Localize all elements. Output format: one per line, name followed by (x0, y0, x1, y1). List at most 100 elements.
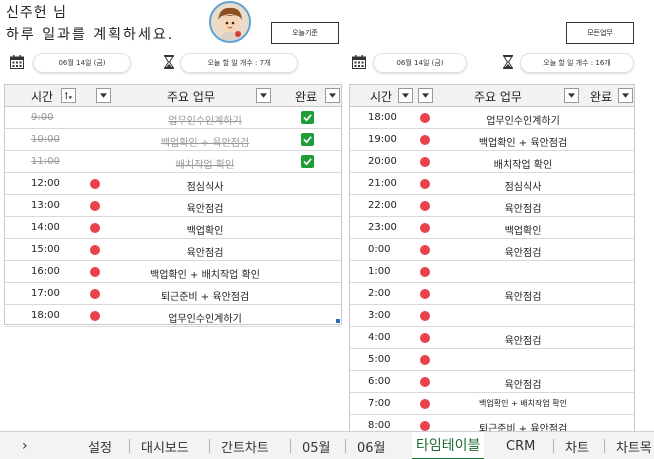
table-row[interactable]: 3:00 (350, 305, 634, 327)
table-row[interactable]: 7:00 백업확인 + 배치작업 확인 (350, 393, 634, 415)
tab-divider (604, 439, 605, 453)
tab-divider (290, 439, 291, 453)
row-time: 19:00 (368, 134, 397, 145)
calendar-icon (352, 55, 366, 69)
row-time: 15:00 (31, 244, 60, 255)
table-row[interactable]: 15:00 육안점검 (5, 239, 341, 261)
table-row[interactable]: 2:00 육안점검 (350, 283, 634, 305)
table-row[interactable]: 23:00 백업확인 (350, 217, 634, 239)
status-dot (420, 179, 430, 189)
time-dropdown-button[interactable] (96, 88, 111, 103)
sheet-tab-6[interactable]: CRM (506, 432, 535, 459)
row-task: 육안점검 (186, 248, 224, 259)
table-row[interactable]: 13:00 육안점검 (5, 195, 341, 217)
row-time: 11:00 (31, 156, 60, 167)
sheet-tab-0[interactable]: 설정 (88, 432, 112, 459)
right-date-pill: 06월 14일 (금) (373, 53, 467, 73)
table-row[interactable]: 20:00 배치작업 확인 (350, 151, 634, 173)
chevron-down-icon (260, 93, 267, 98)
row-time: 8:00 (368, 420, 391, 431)
row-task: 점심식사 (186, 182, 224, 193)
table-row[interactable]: 11:00 배치작업 확인 (5, 151, 341, 173)
chevron-down-icon (622, 93, 629, 98)
status-dot (420, 355, 430, 365)
left-task-count-pill: 오늘 할 일 개수 : 7개 (180, 53, 298, 73)
table-row[interactable]: 18:00 업무인수인계하기 (5, 305, 341, 327)
row-time: 2:00 (368, 288, 391, 299)
avatar-character-icon (211, 3, 249, 41)
sheet-tab-1[interactable]: 대시보드 (141, 432, 189, 459)
table-row[interactable]: 22:00 육안점검 (350, 195, 634, 217)
row-time: 6:00 (368, 376, 391, 387)
row-time: 20:00 (368, 156, 397, 167)
table-row[interactable]: 14:00 백업확인 (5, 217, 341, 239)
sheet-tab-3[interactable]: 05월 (302, 432, 331, 459)
row-task: 백업확인 + 육안점검 (478, 138, 568, 149)
sheet-tab-8[interactable]: 차트목 (616, 432, 652, 459)
table-row[interactable]: 12:00 점심식사 (5, 173, 341, 195)
task-dropdown-button[interactable] (256, 88, 271, 103)
table-row[interactable]: 9:00 업무인수인계하기 (5, 107, 341, 129)
done-checkbox[interactable] (301, 133, 314, 146)
sheet-tab-5[interactable]: 타임테이블 (412, 432, 485, 459)
done-dropdown-button[interactable] (325, 88, 340, 103)
checkmark-icon (303, 158, 312, 166)
row-time: 3:00 (368, 310, 391, 321)
left-table-header: 시간 주요 업무 완료 (5, 85, 341, 107)
time-dropdown-button[interactable] (398, 88, 413, 103)
table-row[interactable]: 10:00 백업확인 + 육안점검 (5, 129, 341, 151)
status-dot (420, 113, 430, 123)
done-checkbox[interactable] (301, 111, 314, 124)
done-checkbox[interactable] (301, 155, 314, 168)
task-filter-button[interactable] (418, 88, 433, 103)
header-done: 완료 (590, 90, 613, 104)
today-basis-button[interactable]: 오늘기준 (271, 22, 339, 44)
status-dot (420, 311, 430, 321)
status-dot (420, 333, 430, 343)
row-task: 업무인수인계하기 (486, 116, 560, 127)
chevron-down-icon (422, 93, 429, 98)
table-row[interactable]: 4:00 육안점검 (350, 327, 634, 349)
sort-ascending-icon (64, 91, 73, 100)
done-dropdown-button[interactable] (618, 88, 633, 103)
table-row[interactable]: 16:00 백업확인 + 배치작업 확인 (5, 261, 341, 283)
row-task: 백업확인 (504, 226, 542, 237)
task-dropdown-button[interactable] (564, 88, 579, 103)
row-task: 육안점검 (504, 380, 542, 391)
tab-divider (553, 439, 554, 453)
row-task: 육안점검 (186, 204, 224, 215)
table-row[interactable]: 18:00 업무인수인계하기 (350, 107, 634, 129)
chevron-down-icon (568, 93, 575, 98)
time-sort-filter-button[interactable] (61, 88, 76, 103)
table-row[interactable]: 5:00 (350, 349, 634, 371)
status-dot (420, 267, 430, 277)
row-task: 점심식사 (504, 182, 542, 193)
sheet-tab-4[interactable]: 06월 (357, 432, 386, 459)
greeting-name: 신주헌 님 (6, 5, 67, 21)
sheet-nav-next-icon[interactable]: › (22, 432, 28, 459)
sheet-tab-7[interactable]: 차트 (565, 432, 589, 459)
table-row[interactable]: 17:00 퇴근준비 + 육안점검 (5, 283, 341, 305)
row-task: 백업확인 + 배치작업 확인 (150, 270, 260, 281)
row-task: 육안점검 (504, 248, 542, 259)
all-tasks-button[interactable]: 모든업무 (566, 22, 634, 44)
row-task: 업무인수인계하기 (168, 314, 242, 325)
hourglass-icon (503, 55, 513, 69)
status-dot (90, 201, 100, 211)
sheet-tab-2[interactable]: 간트차트 (221, 432, 269, 459)
table-row[interactable]: 0:00 육안점검 (350, 239, 634, 261)
row-time: 0:00 (368, 244, 391, 255)
table-row[interactable]: 1:00 (350, 261, 634, 283)
row-time: 10:00 (31, 134, 60, 145)
row-time: 16:00 (31, 266, 60, 277)
status-dot (420, 421, 430, 431)
status-dot (420, 377, 430, 387)
status-dot (420, 245, 430, 255)
header-time: 시간 (31, 90, 54, 104)
table-row[interactable]: 19:00 백업확인 + 육안점검 (350, 129, 634, 151)
header-task: 주요 업무 (167, 90, 215, 104)
table-row[interactable]: 6:00 육안점검 (350, 371, 634, 393)
checkmark-icon (303, 114, 312, 122)
table-row[interactable]: 21:00 점심식사 (350, 173, 634, 195)
table-resize-handle[interactable] (336, 319, 340, 323)
